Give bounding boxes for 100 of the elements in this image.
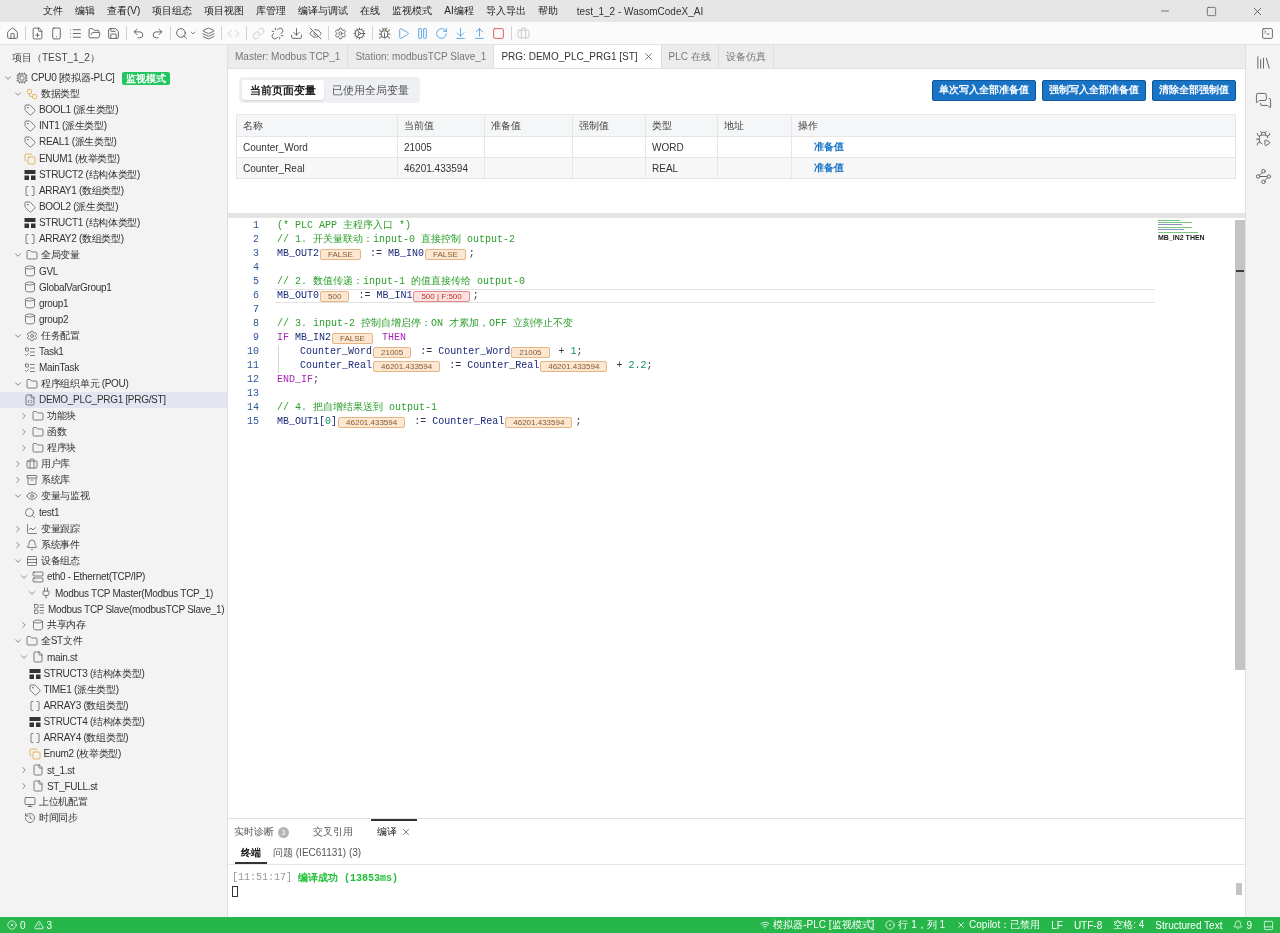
- chevron-right-icon[interactable]: [19, 620, 29, 631]
- tree-item[interactable]: 系统事件: [0, 536, 227, 553]
- chevron-right-icon[interactable]: [19, 443, 29, 454]
- menu-item[interactable]: 文件: [37, 0, 69, 22]
- tree-item[interactable]: REAL1 (派生类型): [0, 134, 227, 151]
- tree-item[interactable]: DEMO_PLC_PRG1 [PRG/ST]: [0, 391, 227, 408]
- action-button[interactable]: 清除全部强制值: [1152, 79, 1236, 101]
- panel-tab[interactable]: 交叉引用: [307, 819, 359, 843]
- tree-item[interactable]: st_1.st: [0, 762, 227, 779]
- menu-item[interactable]: 库管理: [250, 0, 293, 22]
- tree-item[interactable]: 共享内存: [0, 617, 227, 634]
- tree-item[interactable]: Modbus TCP Slave(modbusTCP Slave_1): [0, 601, 227, 618]
- close-icon[interactable]: [401, 827, 411, 837]
- column-header: 类型: [646, 115, 718, 137]
- action-link[interactable]: 准备值: [814, 161, 844, 175]
- tree-item[interactable]: 程序块: [0, 440, 227, 457]
- tree-item[interactable]: 函数: [0, 424, 227, 441]
- tree-item[interactable]: group2: [0, 311, 227, 328]
- code-text: MB_OUT2: [277, 247, 319, 261]
- tree-item[interactable]: 全局变量: [0, 247, 227, 264]
- tree-item[interactable]: BOOL1 (派生类型): [0, 102, 227, 119]
- tree-item[interactable]: ARRAY4 (数组类型): [0, 729, 227, 746]
- menu-item[interactable]: 项目视图: [198, 0, 251, 22]
- tree-item[interactable]: 系统库: [0, 472, 227, 489]
- chat-icon[interactable]: [1254, 92, 1272, 109]
- panel-icon[interactable]: [1263, 919, 1274, 931]
- action-button[interactable]: 单次写入全部准备值: [932, 79, 1036, 101]
- tree-item[interactable]: 变量与监视: [0, 488, 227, 505]
- tree-item[interactable]: TIME1 (派生类型): [0, 681, 227, 698]
- chevron-right-icon[interactable]: [13, 523, 23, 534]
- menu-item[interactable]: 项目组态: [146, 0, 199, 22]
- line-number: 15: [246, 415, 260, 429]
- bug-play-icon[interactable]: [1254, 130, 1272, 147]
- menu-item[interactable]: AI编程: [438, 0, 480, 22]
- tree-item[interactable]: ENUM1 (枚举类型): [0, 150, 227, 167]
- tree-item[interactable]: eth0 - Ethernet(TCP/IP): [0, 568, 227, 585]
- menu-item[interactable]: 帮助: [531, 0, 564, 22]
- tree-item[interactable]: GlobalVarGroup1: [0, 279, 227, 296]
- chevron-right-icon[interactable]: [19, 765, 29, 776]
- tree-item[interactable]: Modbus TCP Master(Modbus TCP_1): [0, 585, 227, 602]
- menu-item[interactable]: 编辑: [69, 0, 101, 22]
- tree-item[interactable]: group1: [0, 295, 227, 312]
- chevron-right-icon[interactable]: [13, 475, 23, 486]
- chevron-right-icon[interactable]: [13, 459, 23, 470]
- scrollbar-thumb[interactable]: [1236, 883, 1242, 895]
- tree-item[interactable]: 功能块: [0, 407, 227, 425]
- tree-item[interactable]: CPU0 [模拟器-PLC] 监视模式: [0, 70, 227, 87]
- ruler-mark-icon: [1236, 270, 1244, 272]
- line-number: 14: [246, 401, 260, 415]
- close-icon[interactable]: [642, 51, 654, 62]
- tree-item[interactable]: STRUCT2 (结构体类型): [0, 166, 227, 183]
- chevron-right-icon[interactable]: [19, 427, 29, 438]
- tree-item[interactable]: STRUCT3 (结构体类型): [0, 665, 227, 682]
- tree-item[interactable]: Task1: [0, 343, 227, 360]
- tree-item[interactable]: ARRAY2 (数组类型): [0, 230, 227, 248]
- terminal-icon: [1261, 26, 1274, 40]
- action-link[interactable]: 准备值: [814, 140, 844, 154]
- editor-tab[interactable]: PRG: DEMO_PLC_PRG1 [ST]: [494, 45, 662, 68]
- menu-item[interactable]: 编译与调试: [292, 0, 355, 22]
- view-tab[interactable]: 当前页面变量: [242, 80, 324, 100]
- tree-item[interactable]: Enum2 (枚举类型): [0, 745, 227, 763]
- tree-item[interactable]: 任务配置: [0, 327, 227, 344]
- tree-item[interactable]: 全ST文件: [0, 633, 227, 650]
- tree-item[interactable]: MainTask: [0, 359, 227, 376]
- panel-tab[interactable]: 编译: [371, 819, 417, 843]
- code-text: END_IF;: [277, 373, 320, 387]
- action-button[interactable]: 强制写入全部准备值: [1042, 79, 1146, 101]
- tree-item[interactable]: ARRAY1 (数组类型): [0, 182, 227, 199]
- menu-item[interactable]: 查看(V): [101, 0, 147, 22]
- tree-item[interactable]: BOOL2 (派生类型): [0, 198, 227, 215]
- tree-item[interactable]: STRUCT1 (结构体类型): [0, 214, 227, 231]
- panel-subtab[interactable]: 问题 (IEC61131) (3): [267, 843, 368, 864]
- table-icon: [24, 216, 36, 229]
- books-icon[interactable]: [1254, 54, 1272, 71]
- tree-item[interactable]: test1: [0, 504, 227, 521]
- waypoints-icon[interactable]: [1254, 168, 1272, 185]
- view-tab[interactable]: 已使用全局变量: [324, 80, 417, 100]
- tree-item[interactable]: 上位机配置: [0, 794, 227, 811]
- menu-item[interactable]: 监视模式: [386, 0, 439, 22]
- menu-item[interactable]: 在线: [354, 0, 387, 22]
- chevron-right-icon[interactable]: [19, 781, 29, 792]
- panel-subtab[interactable]: 终端: [235, 843, 267, 864]
- tree-item[interactable]: 数据类型: [0, 86, 227, 103]
- tree-item[interactable]: INT1 (派生类型): [0, 118, 227, 135]
- menu-item[interactable]: 导入导出: [479, 0, 532, 22]
- chevron-right-icon[interactable]: [13, 539, 23, 550]
- column-header: 地址: [718, 115, 792, 137]
- tree-item[interactable]: 变量跟踪: [0, 520, 227, 537]
- tree-item[interactable]: STRUCT4 (结构体类型): [0, 713, 227, 730]
- tree-item[interactable]: 设备组态: [0, 552, 227, 569]
- tree-item[interactable]: GVL: [0, 263, 227, 280]
- tree-item[interactable]: 用户库: [0, 456, 227, 473]
- tree-item[interactable]: main.st: [0, 649, 227, 666]
- code-text: + 1;: [557, 345, 583, 359]
- chevron-right-icon[interactable]: [19, 411, 29, 421]
- tree-item[interactable]: 时间同步: [0, 810, 227, 827]
- scrollbar-thumb[interactable]: [1235, 220, 1245, 670]
- tree-item[interactable]: 程序组织单元 (POU): [0, 375, 227, 392]
- tree-item[interactable]: ARRAY3 (数组类型): [0, 697, 227, 714]
- tree-item[interactable]: ST_FULL.st: [0, 778, 227, 795]
